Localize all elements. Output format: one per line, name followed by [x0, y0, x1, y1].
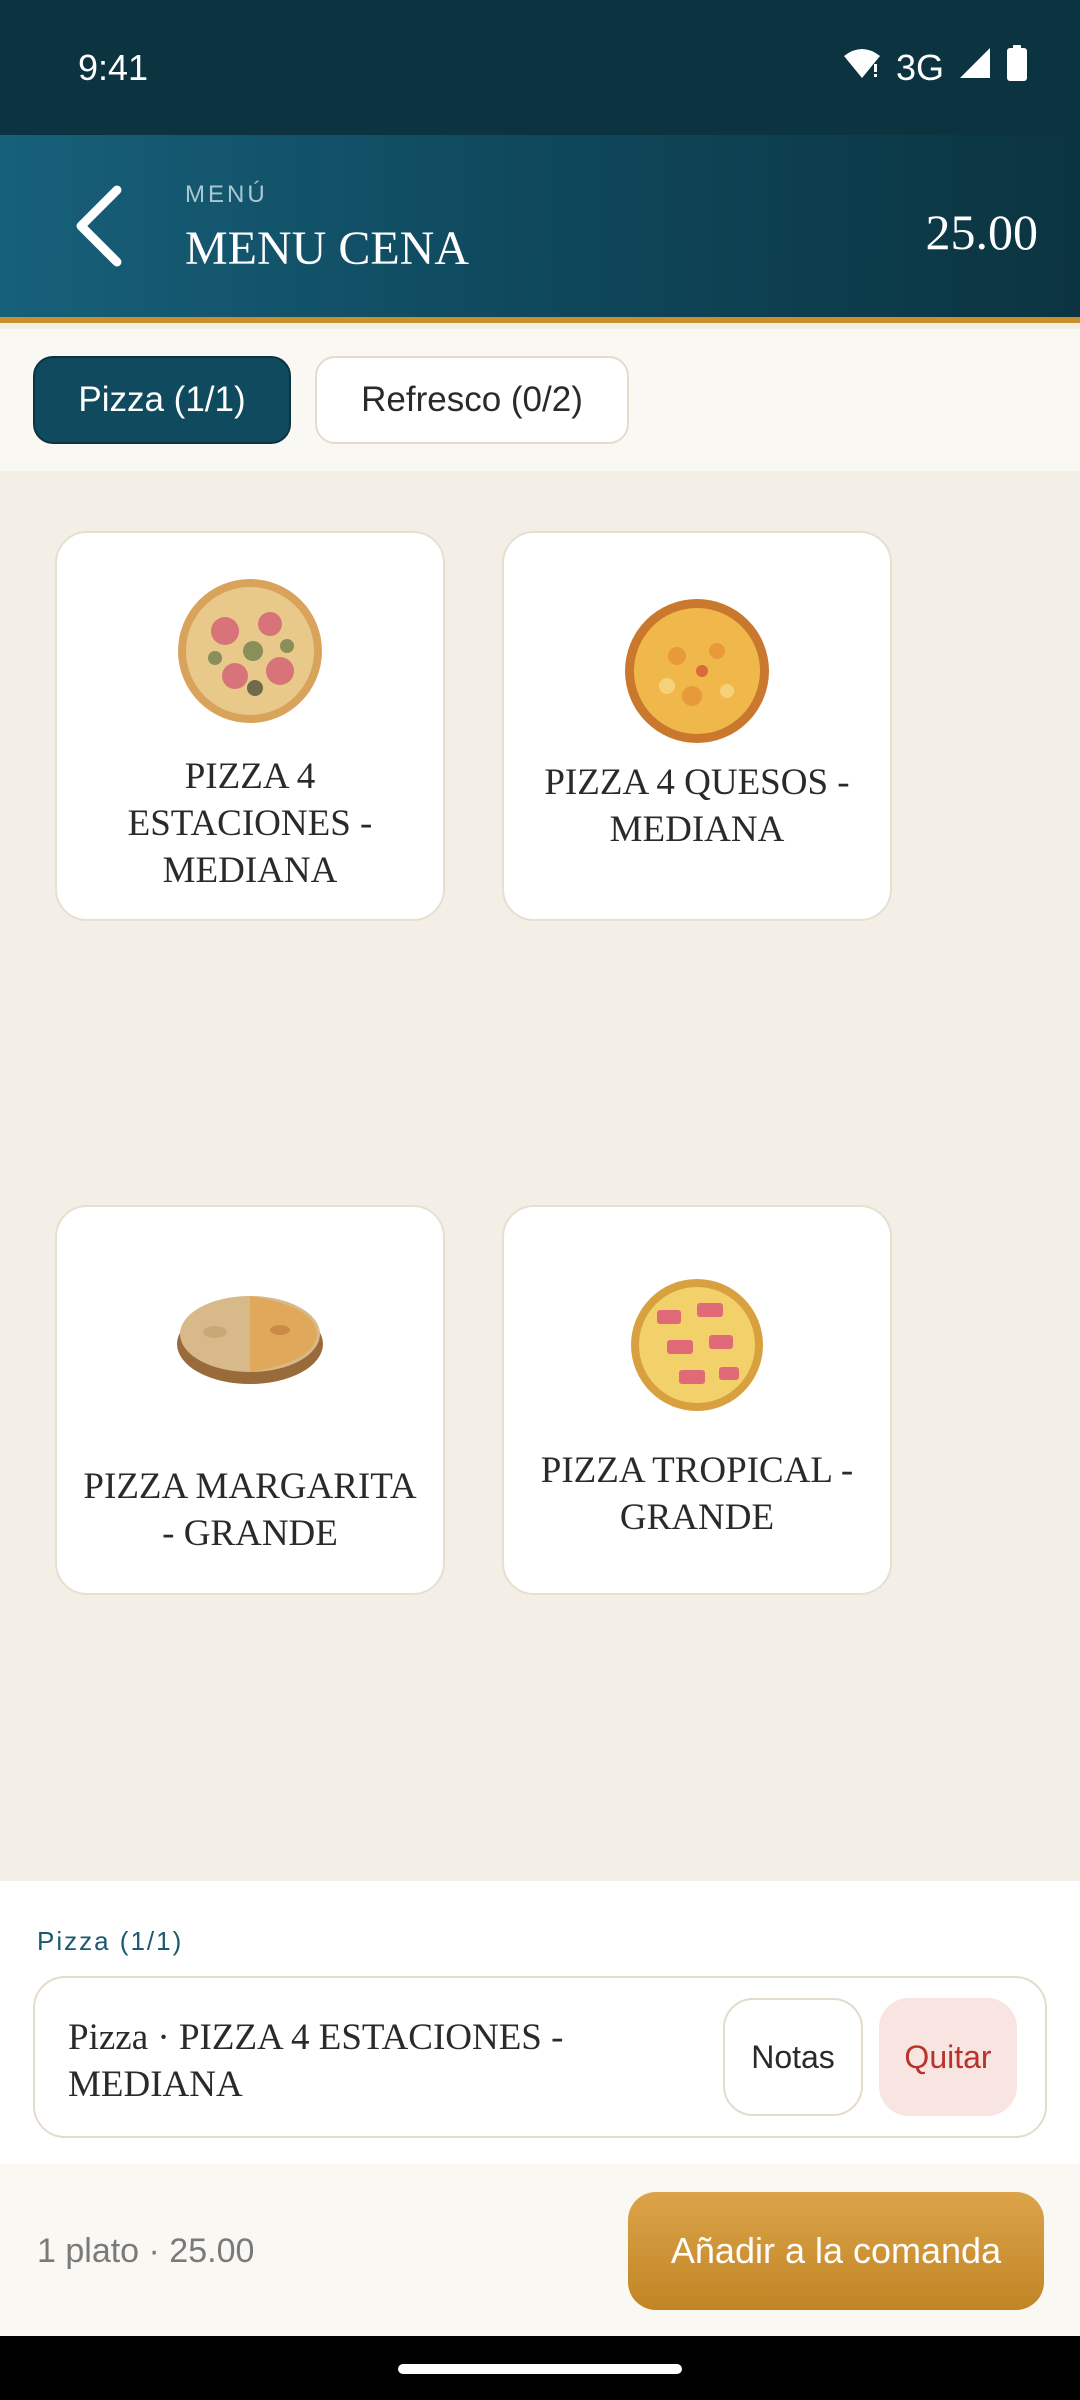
- header-subtitle: MENÚ: [185, 181, 268, 208]
- add-to-order-button[interactable]: Añadir a la comanda: [628, 2192, 1044, 2310]
- network-type: 3G: [895, 46, 944, 88]
- product-card[interactable]: PIZZA 4 QUESOS - MEDIANA: [502, 531, 892, 921]
- system-nav-bar: [0, 2336, 1080, 2400]
- page-title: MENU CENA: [185, 222, 469, 275]
- pizza-image: [170, 571, 330, 731]
- selected-item-row: Pizza · PIZZA 4 ESTACIONES - MEDIANA Not…: [33, 1976, 1047, 2138]
- notes-button[interactable]: Notas: [723, 1998, 863, 2116]
- selection-panel: Pizza (1/1) Pizza · PIZZA 4 ESTACIONES -…: [0, 1881, 1080, 2164]
- product-name: PIZZA 4 QUESOS - MEDIANA: [544, 762, 850, 850]
- pizza-image: [617, 1265, 777, 1425]
- product-name: PIZZA TROPICAL - GRANDE: [540, 1450, 854, 1538]
- signal-icon: [958, 46, 992, 89]
- product-name: PIZZA MARGARITA - GRANDE: [83, 1466, 417, 1554]
- menu-price: 25.00: [925, 204, 1039, 260]
- battery-icon: [1006, 45, 1028, 90]
- status-icons: 3G: [842, 45, 1028, 90]
- status-bar: 9:41 3G: [0, 0, 1080, 135]
- product-grid: PIZZA 4 ESTACIONES - MEDIANA PIZZA 4 QUE…: [0, 471, 1080, 1881]
- home-handle[interactable]: [398, 2364, 682, 2374]
- product-card[interactable]: PIZZA 4 ESTACIONES - MEDIANA: [55, 531, 445, 921]
- status-time: 9:41: [78, 46, 149, 88]
- product-name: PIZZA 4 ESTACIONES - MEDIANA: [127, 756, 373, 891]
- order-summary: 1 plato · 25.00: [37, 2232, 255, 2270]
- wifi-icon: [842, 46, 882, 89]
- pizza-image: [170, 1257, 330, 1417]
- tab-refresco[interactable]: Refresco (0/2): [315, 356, 629, 444]
- product-card[interactable]: PIZZA TROPICAL - GRANDE: [502, 1205, 892, 1595]
- back-button[interactable]: [58, 183, 138, 273]
- selected-item-name: Pizza · PIZZA 4 ESTACIONES - MEDIANA: [68, 2017, 564, 2105]
- remove-button[interactable]: Quitar: [879, 1998, 1017, 2116]
- pizza-image: [617, 591, 777, 751]
- selection-category-label: Pizza (1/1): [37, 1926, 184, 1956]
- category-tabs: Pizza (1/1) Refresco (0/2): [0, 329, 1080, 471]
- chevron-left-icon: [73, 184, 123, 273]
- tab-pizza[interactable]: Pizza (1/1): [33, 356, 291, 444]
- order-footer: 1 plato · 25.00 Añadir a la comanda: [0, 2164, 1080, 2336]
- menu-header: MENÚ MENU CENA 25.00: [0, 135, 1080, 323]
- product-card[interactable]: PIZZA MARGARITA - GRANDE: [55, 1205, 445, 1595]
